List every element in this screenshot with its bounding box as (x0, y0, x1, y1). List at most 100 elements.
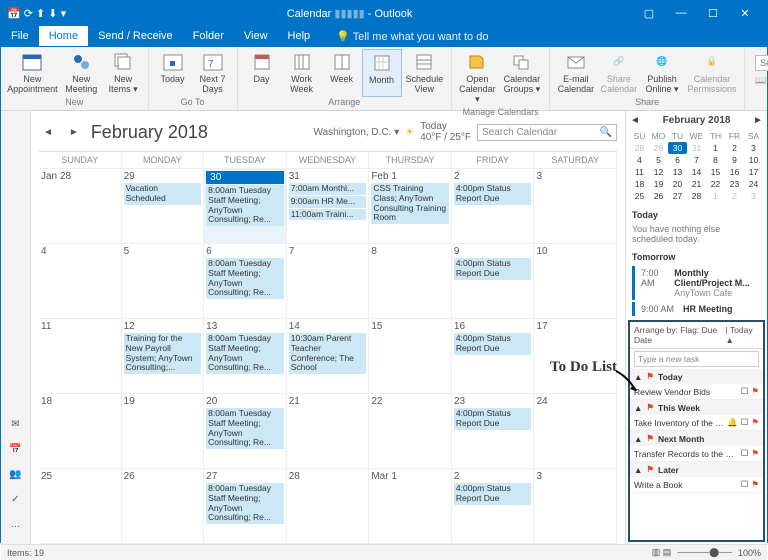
day-cell[interactable]: Jan 28 (39, 169, 122, 244)
day-cell[interactable]: 15 (369, 319, 452, 394)
arrange-by-button[interactable]: Arrange by: Flag: Due Date (634, 325, 726, 345)
tab-help[interactable]: Help (278, 26, 321, 46)
calendar-event[interactable]: CSS Training Class; AnyTown Consulting T… (371, 183, 449, 224)
tab-file[interactable]: File (1, 26, 39, 46)
new-task-input[interactable]: Type a new task (634, 351, 759, 367)
calendar-event[interactable]: Vacation Scheduled (124, 183, 202, 205)
day-cell[interactable]: 1410:30am Parent Teacher Conference; The… (287, 319, 370, 394)
task-group-header[interactable]: ▲ ⚑ Later (630, 462, 763, 477)
qat-icons[interactable]: 📅 ⟳ ⬆ ⬇ ▾ (7, 7, 66, 20)
agenda-item[interactable]: 7:00 AMMonthly Client/Project M...AnyTow… (632, 266, 767, 300)
task-item[interactable]: Transfer Records to the New ...☐⚑ (630, 446, 763, 462)
day-cell[interactable]: 5 (122, 244, 205, 319)
email-calendar-button[interactable]: E-mail Calendar (554, 49, 597, 97)
day-cell[interactable]: 138:00am Tuesday Staff Meeting; AnyTown … (204, 319, 287, 394)
day-cell[interactable]: 164:00pm Status Report Due (452, 319, 535, 394)
search-people-input[interactable] (755, 55, 768, 71)
address-book-button[interactable]: 📖 Address Book (753, 73, 768, 88)
day-cell[interactable]: 17 (534, 319, 617, 394)
day-cell[interactable]: 25 (39, 469, 122, 544)
calendar-event[interactable]: 4:00pm Status Report Due (454, 408, 532, 430)
calendar-event[interactable]: 10:30am Parent Teacher Conference; The S… (289, 333, 367, 374)
day-cell[interactable]: 18 (39, 394, 122, 469)
day-cell[interactable]: 19 (122, 394, 205, 469)
day-cell[interactable]: 317:00am Monthl...9:00am HR Me...11:00am… (287, 169, 370, 244)
day-cell[interactable]: 28 (287, 469, 370, 544)
day-cell[interactable]: 24:00pm Status Report Due (452, 469, 535, 544)
calendar-event[interactable]: 8:00am Tuesday Staff Meeting; AnyTown Co… (206, 258, 284, 299)
day-cell[interactable]: 24:00pm Status Report Due (452, 169, 535, 244)
day-button[interactable]: Day (242, 49, 282, 97)
new-appointment-button[interactable]: New Appointment (5, 49, 60, 97)
tab-home[interactable]: Home (39, 26, 88, 46)
minimize-button[interactable]: — (665, 7, 697, 19)
checkbox-icon[interactable]: ☐ (741, 417, 749, 428)
day-cell[interactable]: 10 (534, 244, 617, 319)
tell-me[interactable]: 💡 Tell me what you want to do (326, 26, 498, 47)
checkbox-icon[interactable]: ☐ (741, 479, 749, 490)
day-cell[interactable]: 8 (369, 244, 452, 319)
calendar-groups-button[interactable]: Calendar Groups ▾ (499, 49, 545, 107)
ribbon-collapse-icon[interactable]: ▢ (633, 7, 665, 20)
day-cell[interactable]: 29Vacation Scheduled (122, 169, 205, 244)
search-calendar-input[interactable]: Search Calendar🔍 (477, 124, 617, 141)
day-cell[interactable]: 24 (534, 394, 617, 469)
day-cell[interactable]: 208:00am Tuesday Staff Meeting; AnyTown … (204, 394, 287, 469)
task-item[interactable]: Review Vendor Bids☐⚑ (630, 384, 763, 400)
day-cell[interactable]: 7 (287, 244, 370, 319)
day-cell[interactable]: 234:00pm Status Report Due (452, 394, 535, 469)
agenda-item[interactable]: 9:00 AMHR Meeting (632, 302, 767, 316)
today-button[interactable]: Today (153, 49, 193, 97)
calendar-event[interactable]: 9:00am HR Me... (289, 196, 367, 208)
day-cell[interactable]: 308:00am Tuesday Staff Meeting; AnyTown … (204, 169, 287, 244)
mini-prev-button[interactable]: ◄ (630, 115, 640, 126)
calendar-event[interactable]: 7:00am Monthl... (289, 183, 367, 195)
work-week-button[interactable]: Work Week (282, 49, 322, 97)
day-cell[interactable]: 12Training for the New Payroll System; A… (122, 319, 205, 394)
mail-icon[interactable]: ✉ (11, 419, 19, 430)
calendar-icon[interactable]: 📅 (9, 444, 21, 455)
more-icon[interactable]: … (11, 519, 21, 530)
day-cell[interactable]: 11 (39, 319, 122, 394)
checkbox-icon[interactable]: ☐ (741, 386, 749, 397)
day-cell[interactable]: 26 (122, 469, 205, 544)
calendar-event[interactable]: 4:00pm Status Report Due (454, 483, 532, 505)
flag-icon[interactable]: ⚑ (751, 417, 759, 428)
calendar-event[interactable]: 4:00pm Status Report Due (454, 333, 532, 355)
tab-send-receive[interactable]: Send / Receive (88, 26, 183, 46)
calendar-event[interactable]: 8:00am Tuesday Staff Meeting; AnyTown Co… (206, 333, 284, 374)
calendar-event[interactable]: 4:00pm Status Report Due (454, 258, 532, 280)
month-button[interactable]: Month (362, 49, 402, 97)
flag-icon[interactable]: ⚑ (751, 386, 759, 397)
maximize-button[interactable]: ☐ (697, 7, 729, 20)
task-group-header[interactable]: ▲ ⚑ Today (630, 369, 763, 384)
close-button[interactable]: ✕ (729, 7, 761, 20)
next7-button[interactable]: 7Next 7 Days (193, 49, 233, 97)
schedule-view-button[interactable]: Schedule View (402, 49, 448, 97)
calendar-event[interactable]: 4:00pm Status Report Due (454, 183, 532, 205)
tab-folder[interactable]: Folder (183, 26, 234, 46)
open-calendar-button[interactable]: Open Calendar ▾ (456, 49, 499, 107)
new-meeting-button[interactable]: New Meeting (60, 49, 103, 97)
calendar-event[interactable]: Training for the New Payroll System; Any… (124, 333, 202, 374)
tasks-icon[interactable]: ✓ (11, 494, 19, 505)
publish-online-button[interactable]: 🌐Publish Online ▾ (640, 49, 684, 97)
day-cell[interactable]: Feb 1CSS Training Class; AnyTown Consult… (369, 169, 452, 244)
people-icon[interactable]: 👥 (9, 469, 21, 480)
location-dropdown[interactable]: Washington, D.C. ▾ (313, 127, 399, 138)
next-month-button[interactable]: ► (65, 127, 83, 138)
day-cell[interactable]: 4 (39, 244, 122, 319)
calendar-event[interactable]: 8:00am Tuesday Staff Meeting; AnyTown Co… (206, 408, 284, 449)
day-cell[interactable]: 94:00pm Status Report Due (452, 244, 535, 319)
task-group-header[interactable]: ▲ ⚑ This Week (630, 400, 763, 415)
checkbox-icon[interactable]: ☐ (741, 448, 749, 459)
task-group-header[interactable]: ▲ ⚑ Next Month (630, 431, 763, 446)
day-cell[interactable]: 278:00am Tuesday Staff Meeting; AnyTown … (204, 469, 287, 544)
task-item[interactable]: Take Inventory of the Sto...🔔☐⚑ (630, 415, 763, 431)
day-cell[interactable]: Mar 1 (369, 469, 452, 544)
calendar-event[interactable]: 11:00am Traini... (289, 209, 367, 221)
day-cell[interactable]: 68:00am Tuesday Staff Meeting; AnyTown C… (204, 244, 287, 319)
mini-next-button[interactable]: ► (753, 115, 763, 126)
new-items-button[interactable]: New Items ▾ (103, 49, 144, 97)
tab-view[interactable]: View (234, 26, 278, 46)
